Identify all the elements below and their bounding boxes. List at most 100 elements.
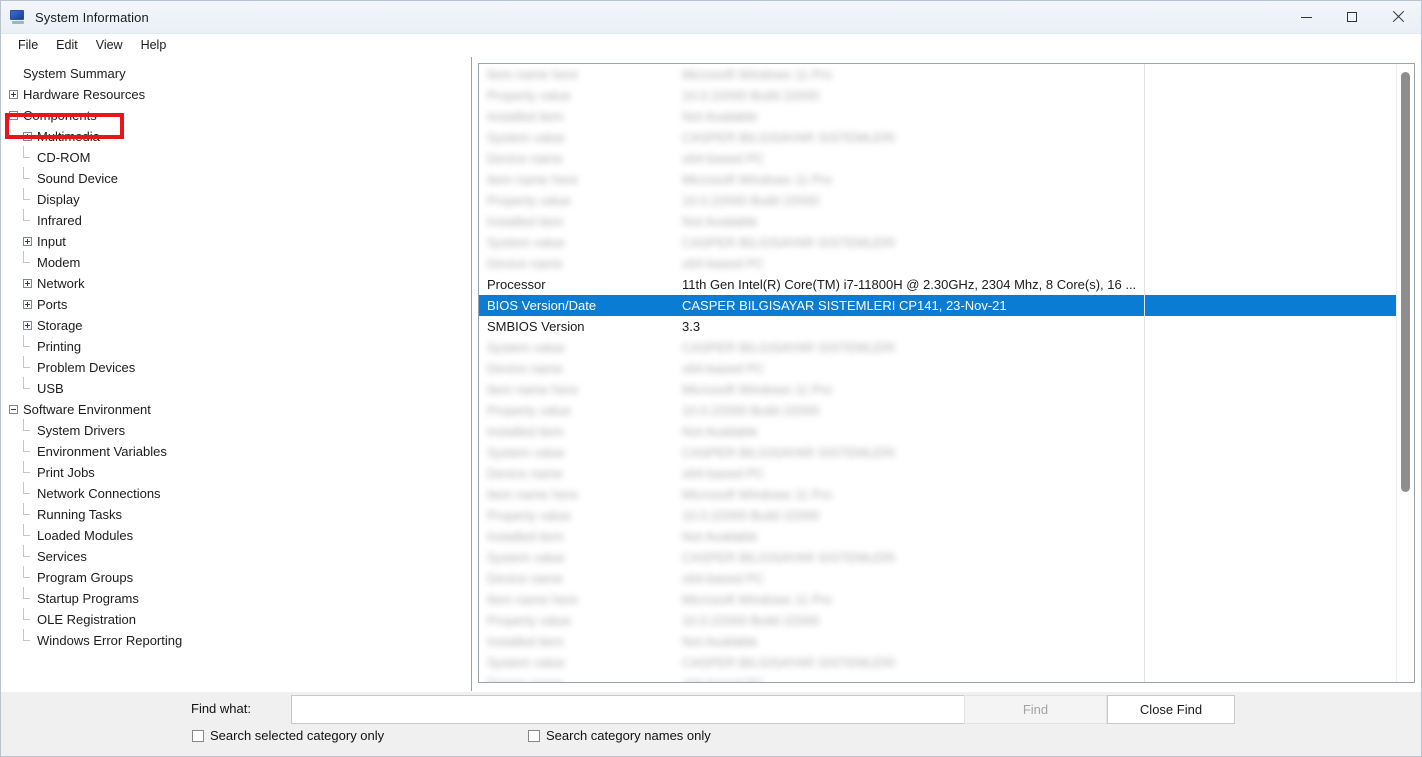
details-row[interactable]: Installed item Not Available	[479, 631, 1397, 652]
menu-view[interactable]: View	[87, 36, 132, 54]
details-row[interactable]: System value CASPER BILGISAYAR SISTEMLERI	[479, 442, 1397, 463]
details-rows: Item name here Microsoft Windows 11 Pro Pr…	[479, 64, 1397, 682]
details-row[interactable]: Installed item Not Available	[479, 211, 1397, 232]
scrollbar-thumb[interactable]	[1401, 72, 1410, 492]
collapse-icon[interactable]	[9, 111, 18, 120]
tree-item-print-jobs[interactable]: Print Jobs	[1, 461, 471, 483]
tree-item-cd-rom[interactable]: CD-ROM	[1, 146, 471, 168]
details-list-pane: Item name here Microsoft Windows 11 Pro Pr…	[478, 63, 1415, 683]
details-row[interactable]: Item name here Microsoft Windows 11 Pro	[479, 589, 1397, 610]
expand-icon[interactable]	[9, 90, 18, 99]
details-row[interactable]: Property value 10.0.22000 Build 22000	[479, 85, 1397, 106]
details-row[interactable]: Installed item Not Available	[479, 106, 1397, 127]
details-row[interactable]: Processor 11th Gen Intel(R) Core(TM) i7-1…	[479, 274, 1397, 295]
tree-item-usb[interactable]: USB	[1, 377, 471, 399]
tree-item-running-tasks[interactable]: Running Tasks	[1, 503, 471, 525]
tree-item-windows-error-reporting[interactable]: Windows Error Reporting	[1, 629, 471, 651]
details-row[interactable]: System value CASPER BILGISAYAR SISTEMLERI	[479, 547, 1397, 568]
search-selected-category-checkbox-row[interactable]: Search selected category only	[192, 728, 384, 743]
details-row[interactable]: System value CASPER BILGISAYAR SISTEMLERI	[479, 232, 1397, 253]
close-button[interactable]	[1375, 1, 1421, 33]
details-row-value: Microsoft Windows 11 Pro	[682, 487, 833, 502]
tree-item-system-summary[interactable]: System Summary	[1, 63, 471, 84]
expand-icon[interactable]	[23, 237, 32, 246]
expand-icon[interactable]	[23, 132, 32, 141]
tree-item-label: Services	[37, 549, 87, 564]
details-row-value: Not Available	[682, 634, 758, 649]
details-row-value: CASPER BILGISAYAR SISTEMLERI	[682, 550, 896, 565]
details-row[interactable]: Property value 10.0.22000 Build 22000	[479, 400, 1397, 421]
tree-item-environment-variables[interactable]: Environment Variables	[1, 440, 471, 462]
tree-item-storage[interactable]: Storage	[1, 315, 471, 336]
tree-item-label: Running Tasks	[37, 507, 123, 522]
details-row[interactable]: Device namex64-based PC	[479, 253, 1397, 274]
details-row[interactable]: Device namex64-based PC	[479, 568, 1397, 589]
details-vertical-scrollbar[interactable]	[1396, 64, 1414, 682]
details-row[interactable]: BIOS Version/Date CASPER BILGISAYAR SISTE…	[479, 295, 1397, 316]
tree-item-label: USB	[37, 381, 64, 396]
details-row[interactable]: System value CASPER BILGISAYAR SISTEMLERI	[479, 127, 1397, 148]
tree-item-display[interactable]: Display	[1, 188, 471, 210]
tree-item-program-groups[interactable]: Program Groups	[1, 566, 471, 588]
details-row[interactable]: Device namex64-based PC	[479, 673, 1397, 682]
search-selected-category-checkbox[interactable]	[192, 729, 204, 742]
details-row[interactable]: Property value 10.0.22000 Build 22000	[479, 610, 1397, 631]
details-row[interactable]: Device namex64-based PC	[479, 358, 1397, 379]
maximize-button[interactable]	[1329, 1, 1375, 33]
tree-item-software-environment[interactable]: Software Environment	[1, 399, 471, 420]
menu-edit[interactable]: Edit	[47, 36, 87, 54]
details-row[interactable]: Item name here Microsoft Windows 11 Pro	[479, 484, 1397, 505]
details-row[interactable]: SMBIOS Version 3.3	[479, 316, 1397, 337]
tree-item-problem-devices[interactable]: Problem Devices	[1, 356, 471, 378]
details-row-key: Property value	[487, 193, 571, 208]
tree-item-components[interactable]: Components	[1, 105, 471, 126]
tree-item-ole-registration[interactable]: OLE Registration	[1, 608, 471, 630]
tree-item-sound-device[interactable]: Sound Device	[1, 167, 471, 189]
menu-file[interactable]: File	[9, 36, 47, 54]
minimize-button[interactable]	[1283, 1, 1329, 33]
details-row[interactable]: Installed item Not Available	[479, 526, 1397, 547]
details-row[interactable]: Installed item Not Available	[479, 421, 1397, 442]
details-row[interactable]: System value CASPER BILGISAYAR SISTEMLERI	[479, 337, 1397, 358]
tree-item-network-connections[interactable]: Network Connections	[1, 482, 471, 504]
details-row-value: x64-based PC	[682, 571, 765, 586]
tree-item-multimedia[interactable]: Multimedia	[1, 126, 471, 147]
details-row[interactable]: Device namex64-based PC	[479, 148, 1397, 169]
tree-item-startup-programs[interactable]: Startup Programs	[1, 587, 471, 609]
search-category-names-checkbox[interactable]	[528, 729, 540, 742]
details-row-key: System value	[487, 235, 566, 250]
collapse-icon[interactable]	[9, 405, 18, 414]
details-row[interactable]: Device namex64-based PC	[479, 463, 1397, 484]
close-find-button[interactable]: Close Find	[1107, 695, 1235, 724]
tree-item-infrared[interactable]: Infrared	[1, 209, 471, 231]
tree-item-label: CD-ROM	[37, 150, 91, 165]
details-row[interactable]: System value CASPER BILGISAYAR SISTEMLERI	[479, 652, 1397, 673]
tree-item-system-drivers[interactable]: System Drivers	[1, 419, 471, 441]
details-row[interactable]: Item name here Microsoft Windows 11 Pro	[479, 169, 1397, 190]
details-row[interactable]: Property value 10.0.22000 Build 22000	[479, 505, 1397, 526]
window-title: System Information	[35, 9, 149, 25]
tree-item-ports[interactable]: Ports	[1, 294, 471, 315]
expand-icon[interactable]	[23, 279, 32, 288]
details-row-value: 10.0.22000 Build 22000	[682, 508, 820, 523]
details-row[interactable]: Item name here Microsoft Windows 11 Pro	[479, 64, 1397, 85]
details-row[interactable]: Property value 10.0.22000 Build 22000	[479, 190, 1397, 211]
menu-help[interactable]: Help	[132, 36, 176, 54]
category-tree: System Summary Hardware Resources Componen…	[1, 57, 471, 651]
tree-item-services[interactable]: Services	[1, 545, 471, 567]
details-row-key: Installed item	[487, 214, 564, 229]
details-row-key: Property value	[487, 403, 571, 418]
expand-icon[interactable]	[23, 300, 32, 309]
tree-item-printing[interactable]: Printing	[1, 335, 471, 357]
tree-item-modem[interactable]: Modem	[1, 251, 471, 273]
expand-icon[interactable]	[23, 321, 32, 330]
find-button[interactable]: Find	[964, 695, 1107, 724]
tree-item-network[interactable]: Network	[1, 273, 471, 294]
details-row-value: Microsoft Windows 11 Pro	[682, 172, 833, 187]
tree-item-hardware-resources[interactable]: Hardware Resources	[1, 84, 471, 105]
details-row[interactable]: Item name here Microsoft Windows 11 Pro	[479, 379, 1397, 400]
search-category-names-checkbox-row[interactable]: Search category names only	[528, 728, 711, 743]
find-input[interactable]	[291, 695, 971, 724]
tree-item-loaded-modules[interactable]: Loaded Modules	[1, 524, 471, 546]
tree-item-input[interactable]: Input	[1, 231, 471, 252]
